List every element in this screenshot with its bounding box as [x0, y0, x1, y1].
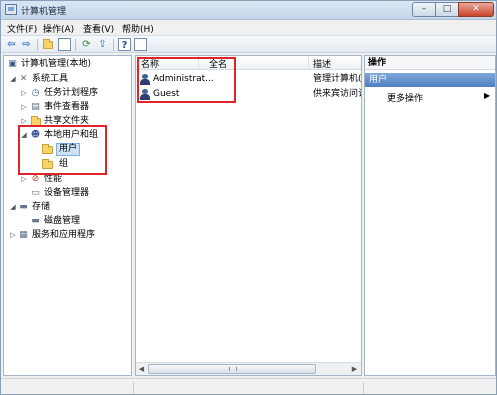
toolbar-separator	[75, 39, 76, 51]
window-title: 计算机管理	[21, 7, 67, 17]
user-list-view: 名称 全名 描述 Administrat... 管理计算机(域 Guest 供来…	[135, 55, 362, 376]
menu-help[interactable]: 帮助(H)	[122, 22, 154, 35]
clock-icon: ◷	[31, 88, 40, 98]
show-hide-tree-icon[interactable]	[58, 38, 71, 51]
event-log-icon: ▤	[31, 102, 40, 112]
menu-view[interactable]: 查看(V)	[83, 22, 114, 35]
scroll-left-icon[interactable]: ◀	[136, 364, 147, 374]
menu-file[interactable]: 文件(F)	[7, 22, 37, 35]
row-description: 管理计算机(域	[313, 74, 361, 84]
maximize-button[interactable]: □	[435, 2, 459, 17]
actions-header: 操作	[365, 56, 495, 70]
highlight-box-list	[137, 57, 236, 103]
storage-icon: ▬	[19, 202, 28, 212]
expand-icon[interactable]: ▷	[20, 101, 28, 114]
help-icon[interactable]: ?	[118, 38, 131, 51]
scroll-right-icon[interactable]: ▶	[349, 364, 360, 374]
more-actions-link[interactable]: 更多操作	[387, 91, 423, 104]
device-manager-icon: ▭	[31, 188, 40, 198]
expand-icon[interactable]: ▷	[20, 87, 28, 100]
status-segment	[363, 382, 364, 393]
title-bar: 计算机管理 – □ ✕	[1, 1, 496, 20]
row-description: 供来宾访问计	[313, 89, 361, 99]
status-segment	[133, 382, 134, 393]
disk-icon: ▬	[31, 216, 40, 226]
export-list-icon[interactable]: ⇪	[96, 38, 109, 51]
refresh-icon[interactable]: ⟳	[80, 38, 93, 51]
computer-management-icon	[5, 4, 17, 15]
horizontal-scrollbar[interactable]: ◀ ▶	[136, 362, 361, 375]
menu-action[interactable]: 操作(A)	[43, 22, 74, 35]
column-divider	[308, 56, 309, 70]
minimize-button[interactable]: –	[412, 2, 436, 17]
toolbar-separator	[113, 39, 114, 51]
performance-icon: ⊘	[31, 174, 40, 184]
menu-bar: 文件(F) 操作(A) 查看(V) 帮助(H)	[1, 20, 496, 35]
toolbar: ⇦ ⇨ ⟳ ⇪ ?	[1, 35, 496, 53]
tools-icon: ✕	[19, 74, 28, 84]
status-bar	[1, 378, 496, 394]
collapse-icon[interactable]: ◢	[9, 201, 17, 214]
forward-arrow-icon[interactable]: ⇨	[20, 38, 33, 51]
services-icon: ▦	[19, 230, 28, 240]
highlight-box-tree	[18, 125, 107, 175]
toolbar-separator	[37, 39, 38, 51]
collapse-icon[interactable]: ◢	[9, 73, 17, 86]
actions-section-users[interactable]: 用户	[365, 73, 495, 87]
computer-management-window: 计算机管理 – □ ✕ 文件(F) 操作(A) 查看(V) 帮助(H) ⇦ ⇨ …	[0, 0, 497, 395]
back-arrow-icon[interactable]: ⇦	[5, 38, 18, 51]
actions-pane: 操作 用户 更多操作 ▶	[364, 55, 496, 376]
computer-icon: ▣	[8, 59, 17, 69]
scroll-thumb[interactable]	[148, 364, 316, 374]
up-folder-icon[interactable]	[42, 38, 55, 51]
column-header-description[interactable]: 描述	[313, 57, 331, 70]
close-button[interactable]: ✕	[458, 2, 494, 17]
properties-icon[interactable]	[134, 38, 147, 51]
expand-icon[interactable]: ▷	[9, 229, 17, 242]
submenu-arrow-icon[interactable]: ▶	[484, 91, 490, 100]
console-tree: ▣ 计算机管理(本地) ◢ ✕ 系统工具 ▷ ◷ 任务计划程序 ▷ ▤ 事件查看…	[3, 55, 132, 376]
